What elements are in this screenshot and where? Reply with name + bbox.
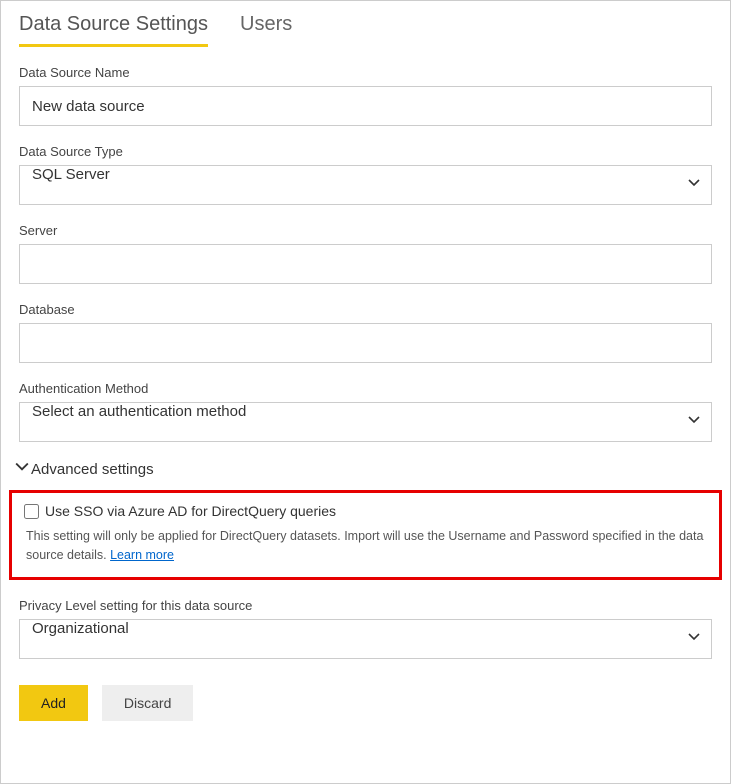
add-button[interactable]: Add (19, 685, 88, 721)
database-label: Database (19, 302, 712, 317)
auth-method-select[interactable]: Select an authentication method (19, 402, 712, 442)
privacy-level-select[interactable]: Organizational (19, 619, 712, 659)
discard-button[interactable]: Discard (102, 685, 193, 721)
sso-checkbox-label: Use SSO via Azure AD for DirectQuery que… (45, 503, 336, 519)
privacy-level-label: Privacy Level setting for this data sour… (19, 598, 712, 613)
tab-data-source-settings[interactable]: Data Source Settings (19, 13, 208, 47)
advanced-settings-toggle[interactable]: Advanced settings (15, 460, 712, 478)
auth-method-label: Authentication Method (19, 381, 712, 396)
server-input[interactable] (19, 244, 712, 284)
tab-users[interactable]: Users (240, 13, 292, 47)
chevron-down-icon (15, 460, 29, 478)
sso-azure-ad-checkbox[interactable] (24, 504, 39, 519)
sso-highlight-box: Use SSO via Azure AD for DirectQuery que… (9, 490, 722, 580)
data-source-type-label: Data Source Type (19, 144, 712, 159)
sso-description: This setting will only be applied for Di… (24, 527, 707, 565)
server-label: Server (19, 223, 712, 238)
learn-more-link[interactable]: Learn more (110, 548, 174, 562)
data-source-type-select[interactable]: SQL Server (19, 165, 712, 205)
data-source-name-input[interactable] (19, 86, 712, 126)
data-source-name-label: Data Source Name (19, 65, 712, 80)
advanced-settings-label: Advanced settings (31, 461, 154, 478)
database-input[interactable] (19, 323, 712, 363)
